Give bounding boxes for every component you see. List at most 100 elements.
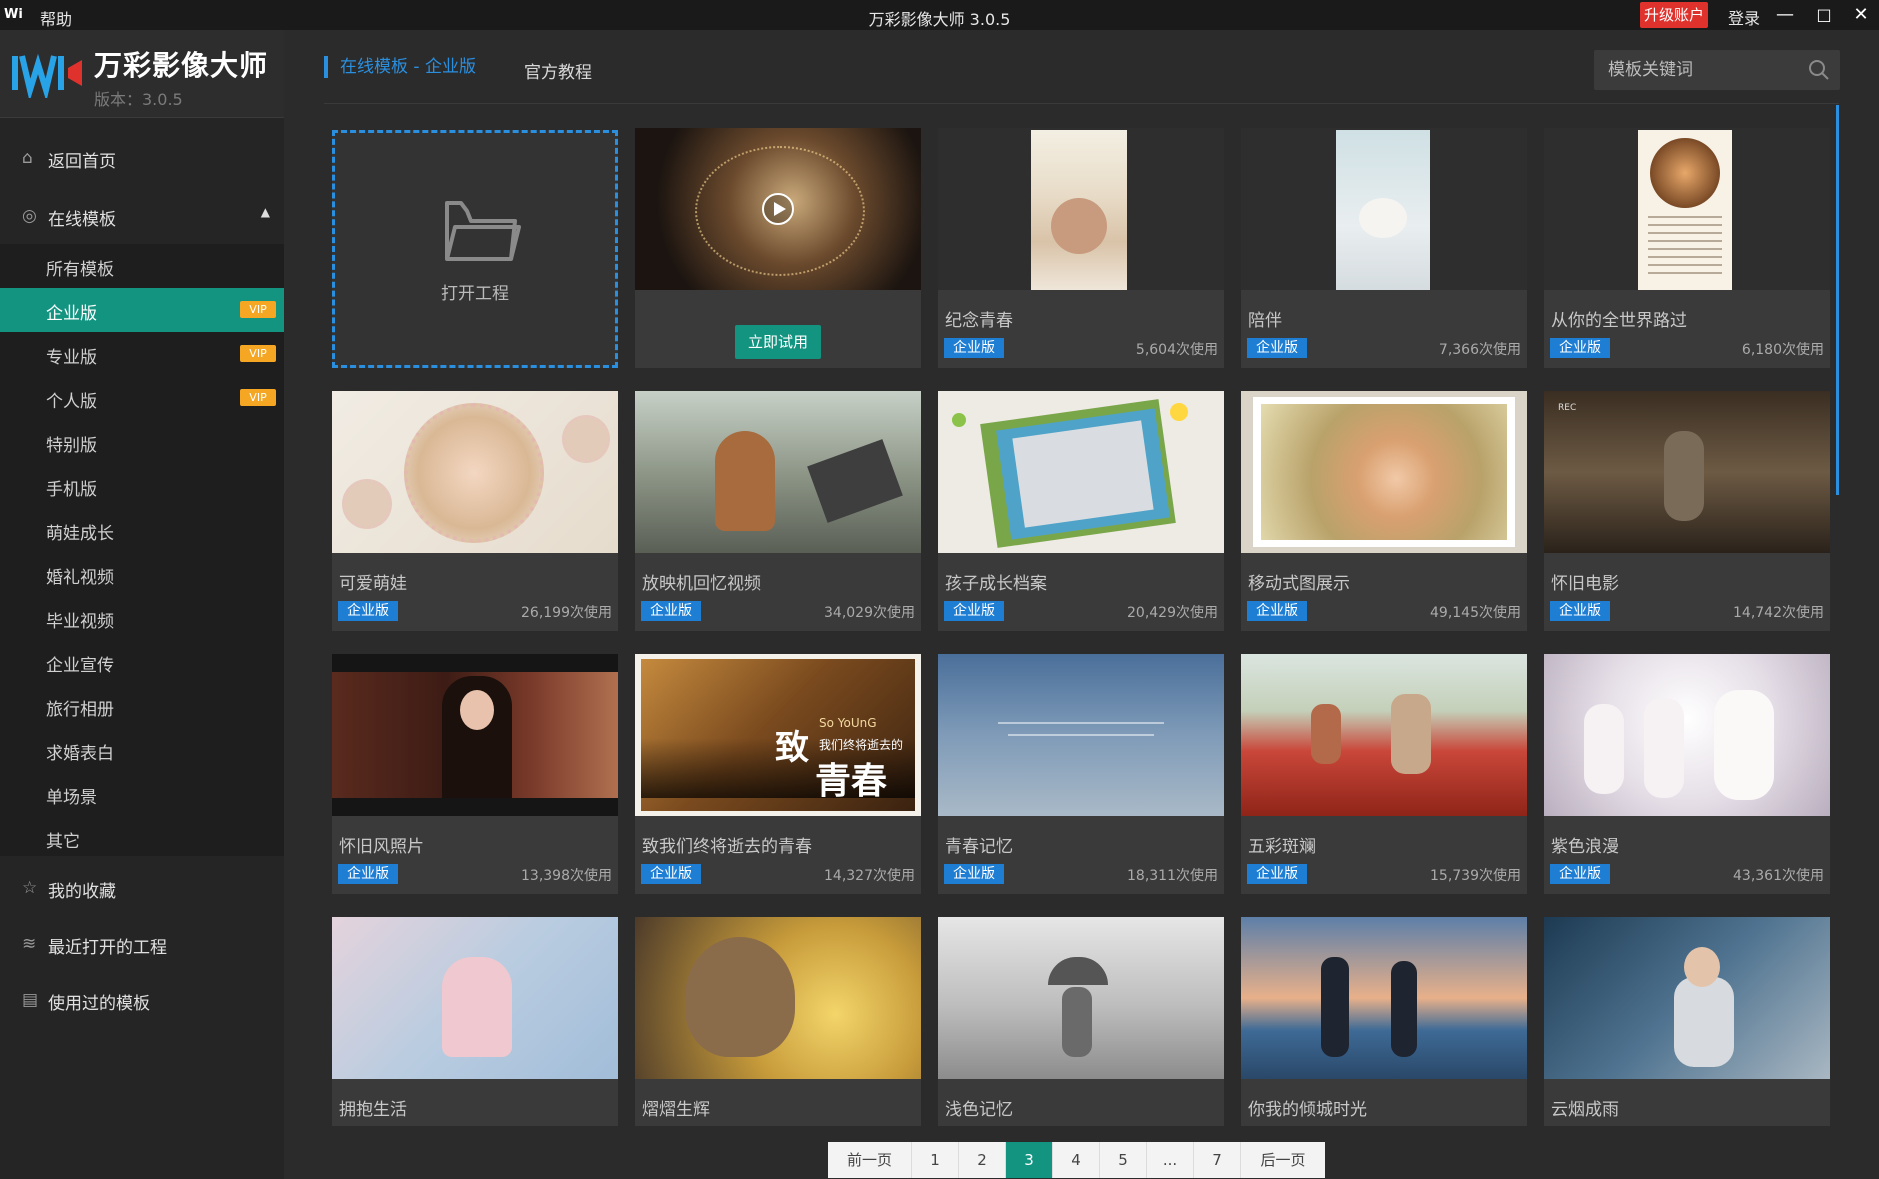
nav-online-templates-label: 在线模板 xyxy=(48,210,116,230)
category-mobile[interactable]: 手机版 xyxy=(0,464,284,508)
template-thumbnail xyxy=(1241,917,1527,1079)
nav-online-templates[interactable]: ◎ 在线模板 ▲ xyxy=(0,188,284,244)
template-thumbnail xyxy=(635,391,921,553)
category-label: 婚礼视频 xyxy=(46,568,114,588)
template-thumbnail xyxy=(332,391,618,553)
template-thumbnail xyxy=(938,128,1224,290)
enterprise-badge: 企业版 xyxy=(338,601,398,621)
tab-online-templates-enterprise[interactable]: 在线模板 - 企业版 xyxy=(324,56,476,78)
template-title: 陪伴 xyxy=(1248,311,1282,331)
template-card[interactable]: 拥抱生活 xyxy=(332,917,618,1126)
category-other[interactable]: 其它 xyxy=(0,816,284,860)
template-card[interactable]: 云烟成雨 xyxy=(1544,917,1830,1126)
usage-count: 6,180次使用 xyxy=(1741,342,1824,358)
template-card[interactable]: 熠熠生辉 xyxy=(635,917,921,1126)
enterprise-badge: 企业版 xyxy=(944,864,1004,884)
enterprise-badge: 企业版 xyxy=(1247,601,1307,621)
category-proposal[interactable]: 求婚表白 xyxy=(0,728,284,772)
scrollbar[interactable] xyxy=(1836,105,1839,495)
template-card[interactable]: REC 怀旧电影 企业版 14,742次使用 xyxy=(1544,391,1830,631)
tab-official-tutorial[interactable]: 官方教程 xyxy=(524,58,592,83)
template-card-featured[interactable]: 立即试用 xyxy=(635,128,921,368)
rec-indicator: REC xyxy=(1558,403,1577,413)
template-card[interactable]: 放映机回忆视频 企业版 34,029次使用 xyxy=(635,391,921,631)
prev-page-button[interactable]: 前一页 xyxy=(828,1142,912,1178)
category-all[interactable]: 所有模板 xyxy=(0,244,284,288)
maximize-button[interactable]: □ xyxy=(1811,2,1837,28)
nav-recent-projects[interactable]: ≋ 最近打开的工程 xyxy=(0,916,284,972)
category-corporate[interactable]: 企业宣传 xyxy=(0,640,284,684)
page-button[interactable]: 7 xyxy=(1194,1142,1241,1178)
vip-badge: VIP xyxy=(240,389,276,406)
open-project-card[interactable]: 打开工程 xyxy=(332,128,618,368)
category-label: 毕业视频 xyxy=(46,612,114,632)
try-now-button[interactable]: 立即试用 xyxy=(735,325,821,359)
close-button[interactable]: ✕ xyxy=(1848,2,1874,28)
brand-header: 万彩影像大师 版本：3.0.5 xyxy=(0,30,284,118)
category-graduation[interactable]: 毕业视频 xyxy=(0,596,284,640)
template-card[interactable]: 陪伴 企业版 7,366次使用 xyxy=(1241,128,1527,368)
template-card[interactable]: 可爱萌娃 企业版 26,199次使用 xyxy=(332,391,618,631)
upgrade-account-button[interactable]: 升级账户 xyxy=(1640,2,1708,28)
category-enterprise[interactable]: 企业版 VIP xyxy=(0,288,284,332)
template-thumbnail xyxy=(1241,128,1527,290)
play-icon[interactable] xyxy=(761,192,795,226)
enterprise-badge: 企业版 xyxy=(1550,338,1610,358)
content-header: 在线模板 - 企业版 官方教程 xyxy=(284,30,1879,108)
nav-home[interactable]: ⌂ 返回首页 xyxy=(0,130,284,186)
template-card[interactable]: 怀旧风照片 企业版 13,398次使用 xyxy=(332,654,618,894)
template-card[interactable]: 孩子成长档案 企业版 20,429次使用 xyxy=(938,391,1224,631)
page-button[interactable]: 1 xyxy=(912,1142,959,1178)
title-bar: Wi 帮助 万彩影像大师 3.0.5 升级账户 登录 — □ ✕ xyxy=(0,0,1879,30)
nav-favorites[interactable]: ☆ 我的收藏 xyxy=(0,860,284,916)
template-title: 浅色记忆 xyxy=(945,1100,1013,1120)
template-card[interactable]: 从你的全世界路过 企业版 6,180次使用 xyxy=(1544,128,1830,368)
globe-icon: ◎ xyxy=(22,206,37,226)
page-button[interactable]: 2 xyxy=(959,1142,1006,1178)
template-card[interactable]: 浅色记忆 xyxy=(938,917,1224,1126)
usage-count: 15,739次使用 xyxy=(1430,868,1521,884)
category-special[interactable]: 特别版 xyxy=(0,420,284,464)
category-wedding[interactable]: 婚礼视频 xyxy=(0,552,284,596)
template-card[interactable]: 青春记忆 企业版 18,311次使用 xyxy=(938,654,1224,894)
template-title: 你我的倾城时光 xyxy=(1248,1100,1367,1120)
login-button[interactable]: 登录 xyxy=(1728,5,1760,29)
template-card[interactable]: 你我的倾城时光 xyxy=(1241,917,1527,1126)
template-card[interactable]: 移动式图展示 企业版 49,145次使用 xyxy=(1241,391,1527,631)
template-thumbnail xyxy=(938,391,1224,553)
template-card[interactable]: 五彩斑斓 企业版 15,739次使用 xyxy=(1241,654,1527,894)
category-label: 特别版 xyxy=(46,436,97,456)
template-thumbnail xyxy=(1544,128,1830,290)
template-card[interactable]: 紫色浪漫 企业版 43,361次使用 xyxy=(1544,654,1830,894)
usage-count: 14,327次使用 xyxy=(824,868,915,884)
page-button[interactable]: 4 xyxy=(1053,1142,1100,1178)
category-professional[interactable]: 专业版 VIP xyxy=(0,332,284,376)
enterprise-badge: 企业版 xyxy=(641,601,701,621)
category-baby[interactable]: 萌娃成长 xyxy=(0,508,284,552)
usage-count: 18,311次使用 xyxy=(1127,868,1218,884)
category-travel[interactable]: 旅行相册 xyxy=(0,684,284,728)
minimize-button[interactable]: — xyxy=(1772,2,1798,28)
template-card[interactable]: 纪念青春 企业版 5,604次使用 xyxy=(938,128,1224,368)
template-card[interactable]: So YoUnG 致 我们终将逝去的 青春 致我们终将逝去的青春 企业版 14,… xyxy=(635,654,921,894)
enterprise-badge: 企业版 xyxy=(641,864,701,884)
search-icon[interactable] xyxy=(1808,59,1830,81)
app-window: Wi 帮助 万彩影像大师 3.0.5 升级账户 登录 — □ ✕ 万彩影像大师 … xyxy=(0,0,1879,1179)
next-page-button[interactable]: 后一页 xyxy=(1241,1142,1325,1178)
category-label: 手机版 xyxy=(46,480,97,500)
usage-count: 13,398次使用 xyxy=(521,868,612,884)
template-thumbnail xyxy=(635,917,921,1079)
open-project-dropzone[interactable]: 打开工程 xyxy=(332,130,618,368)
vip-badge: VIP xyxy=(240,345,276,362)
nav-home-label: 返回首页 xyxy=(48,152,116,172)
page-button-current[interactable]: 3 xyxy=(1006,1142,1053,1178)
template-title: 孩子成长档案 xyxy=(945,574,1047,594)
category-label: 求婚表白 xyxy=(46,744,114,764)
template-title: 移动式图展示 xyxy=(1248,574,1350,594)
pagination: 前一页 1 2 3 4 5 ... 7 后一页 xyxy=(828,1142,1325,1178)
page-button[interactable]: 5 xyxy=(1100,1142,1147,1178)
nav-used-templates[interactable]: ▤ 使用过的模板 xyxy=(0,972,284,1028)
category-personal[interactable]: 个人版 VIP xyxy=(0,376,284,420)
category-single-scene[interactable]: 单场景 xyxy=(0,772,284,816)
search-input[interactable] xyxy=(1594,50,1800,90)
